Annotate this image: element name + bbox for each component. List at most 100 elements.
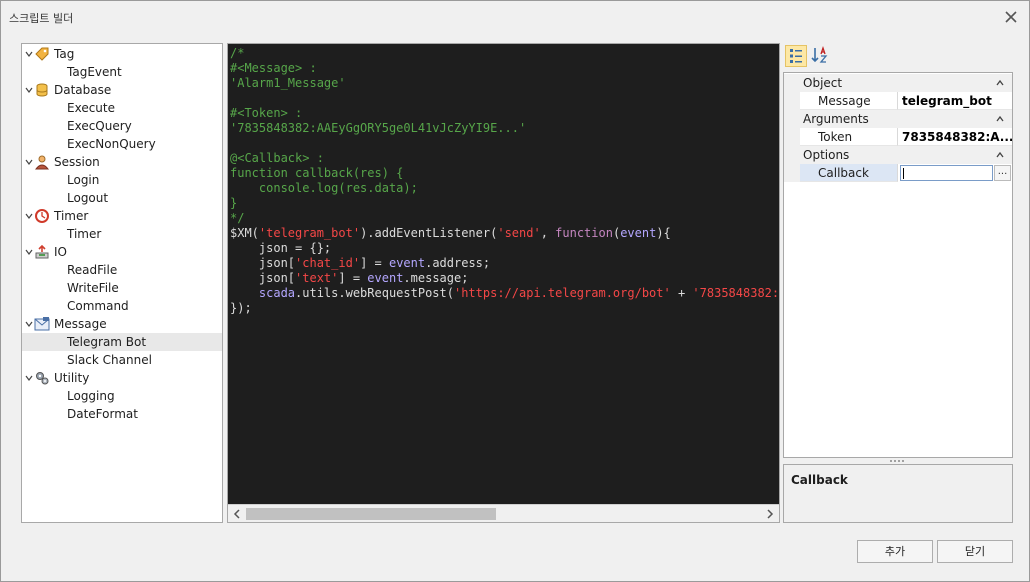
tree-item[interactable]: DateFormat xyxy=(22,405,222,423)
property-category[interactable]: Options xyxy=(784,146,1012,164)
description-title: Callback xyxy=(791,473,848,487)
categorized-button[interactable] xyxy=(785,45,807,67)
tree-category[interactable]: Tag xyxy=(22,45,222,63)
tree-item[interactable]: Login xyxy=(22,171,222,189)
code-line: 'Alarm1_Message' xyxy=(230,76,779,91)
code-token: 'text' xyxy=(295,271,339,285)
tree-item-label: Message xyxy=(54,317,107,331)
expand-chevron-icon[interactable] xyxy=(25,320,33,328)
code-token: } xyxy=(230,196,238,210)
tree-item[interactable]: Command xyxy=(22,297,222,315)
code-line: console.log(res.data); xyxy=(230,181,779,196)
code-token: .utils.webRequestPost( xyxy=(295,286,454,300)
code-token: scada xyxy=(258,286,296,300)
script-tree: Tag TagEvent Database Execute ExecQuery ExecN… xyxy=(21,43,223,523)
alphabetical-button[interactable] xyxy=(810,45,832,67)
tree-item[interactable]: ExecQuery xyxy=(22,117,222,135)
scrollbar-thumb[interactable] xyxy=(246,508,496,520)
property-row[interactable]: Message telegram_bot xyxy=(784,92,1012,110)
code-token: 'send' xyxy=(497,226,541,240)
add-button[interactable]: 추가 xyxy=(857,540,933,563)
horizontal-scrollbar[interactable] xyxy=(228,504,779,522)
close-button[interactable]: 닫기 xyxy=(937,540,1013,563)
code-token: }); xyxy=(230,301,252,315)
tree-category[interactable]: Timer xyxy=(22,207,222,225)
property-category[interactable]: Arguments xyxy=(784,110,1012,128)
tree-item[interactable]: ExecNonQuery xyxy=(22,135,222,153)
tree-item[interactable]: Logging xyxy=(22,387,222,405)
scroll-right-icon[interactable] xyxy=(765,509,775,519)
tree-category[interactable]: Message xyxy=(22,315,222,333)
code-token: function xyxy=(555,226,613,240)
expand-chevron-icon[interactable] xyxy=(25,50,33,58)
io-icon xyxy=(35,244,49,259)
collapse-chevron-icon[interactable] xyxy=(996,79,1004,87)
property-value[interactable]: telegram_bot xyxy=(898,92,1012,110)
code-editor[interactable]: /* #<Message> : 'Alarm1_Message' #<Token> :… xyxy=(227,43,780,523)
expand-chevron-icon[interactable] xyxy=(25,248,33,256)
code-token: json[ xyxy=(230,271,296,285)
tree-item-label: ExecQuery xyxy=(67,119,132,133)
tree-item-label: Login xyxy=(67,173,100,187)
row-margin xyxy=(784,164,800,182)
code-token: event xyxy=(388,256,426,270)
property-value[interactable]: 7835848382:A... xyxy=(898,128,1012,146)
row-margin xyxy=(784,92,800,110)
property-name: Token xyxy=(800,128,898,146)
code-line: #<Message> : xyxy=(230,61,779,76)
tree-item[interactable]: ReadFile xyxy=(22,261,222,279)
sort-az-icon xyxy=(811,45,828,63)
property-row[interactable]: Token 7835848382:A... xyxy=(784,128,1012,146)
splitter-handle[interactable] xyxy=(887,459,907,463)
expand-chevron-icon[interactable] xyxy=(25,374,33,382)
code-line: json = {}; xyxy=(230,241,779,256)
code-line: } xyxy=(230,196,779,211)
categorized-icon xyxy=(790,49,802,63)
ellipsis-button[interactable]: ... xyxy=(994,165,1011,181)
tree-category[interactable]: Utility xyxy=(22,369,222,387)
collapse-chevron-icon[interactable] xyxy=(996,115,1004,123)
close-icon[interactable] xyxy=(1005,11,1017,23)
code-token: + xyxy=(670,286,693,300)
tree-item-label: Logout xyxy=(67,191,109,205)
expand-chevron-icon[interactable] xyxy=(25,158,33,166)
code-token: '7835848382:AAEyGgORY5ge0L41vJcZyYI9E...… xyxy=(230,121,527,135)
scroll-left-icon[interactable] xyxy=(232,509,242,519)
code-token: /* xyxy=(230,46,245,60)
tree-category[interactable]: Session xyxy=(22,153,222,171)
expand-chevron-icon[interactable] xyxy=(25,212,33,220)
property-name: Callback xyxy=(800,164,898,182)
tree-item[interactable]: Execute xyxy=(22,99,222,117)
property-row[interactable]: Callback... xyxy=(784,164,1012,182)
property-category[interactable]: Object xyxy=(784,74,1012,92)
code-token: event xyxy=(367,271,404,285)
expand-chevron-icon[interactable] xyxy=(25,86,33,94)
tree-item[interactable]: TagEvent xyxy=(22,63,222,81)
code-line: $XM('telegram_bot').addEventListener('se… xyxy=(230,226,779,241)
tree-category[interactable]: Database xyxy=(22,81,222,99)
callback-input[interactable] xyxy=(900,165,993,181)
tree-item-label: Utility xyxy=(54,371,90,385)
tree-item-label: TagEvent xyxy=(67,65,122,79)
collapse-chevron-icon[interactable] xyxy=(996,151,1004,159)
code-line: */ xyxy=(230,211,779,226)
tree-item[interactable]: Slack Channel xyxy=(22,351,222,369)
tree-item[interactable]: Telegram Bot xyxy=(22,333,222,351)
tree-item[interactable]: WriteFile xyxy=(22,279,222,297)
code-line: json['chat_id'] = event.address; xyxy=(230,256,779,271)
tree-item[interactable]: Timer xyxy=(22,225,222,243)
tree-item[interactable]: Logout xyxy=(22,189,222,207)
code-token: ){ xyxy=(656,226,671,240)
property-grid: Object Message telegram_bot Arguments Token 7… xyxy=(783,72,1013,458)
tree-category[interactable]: IO xyxy=(22,243,222,261)
code-token: json[ xyxy=(230,256,296,270)
tree-item-label: Logging xyxy=(67,389,115,403)
code-token: $XM( xyxy=(230,226,259,240)
code-area[interactable]: /* #<Message> : 'Alarm1_Message' #<Token> :… xyxy=(230,46,779,504)
tree-item-label: Slack Channel xyxy=(67,353,152,367)
database-icon xyxy=(36,83,48,97)
tree-item-label: ReadFile xyxy=(67,263,118,277)
